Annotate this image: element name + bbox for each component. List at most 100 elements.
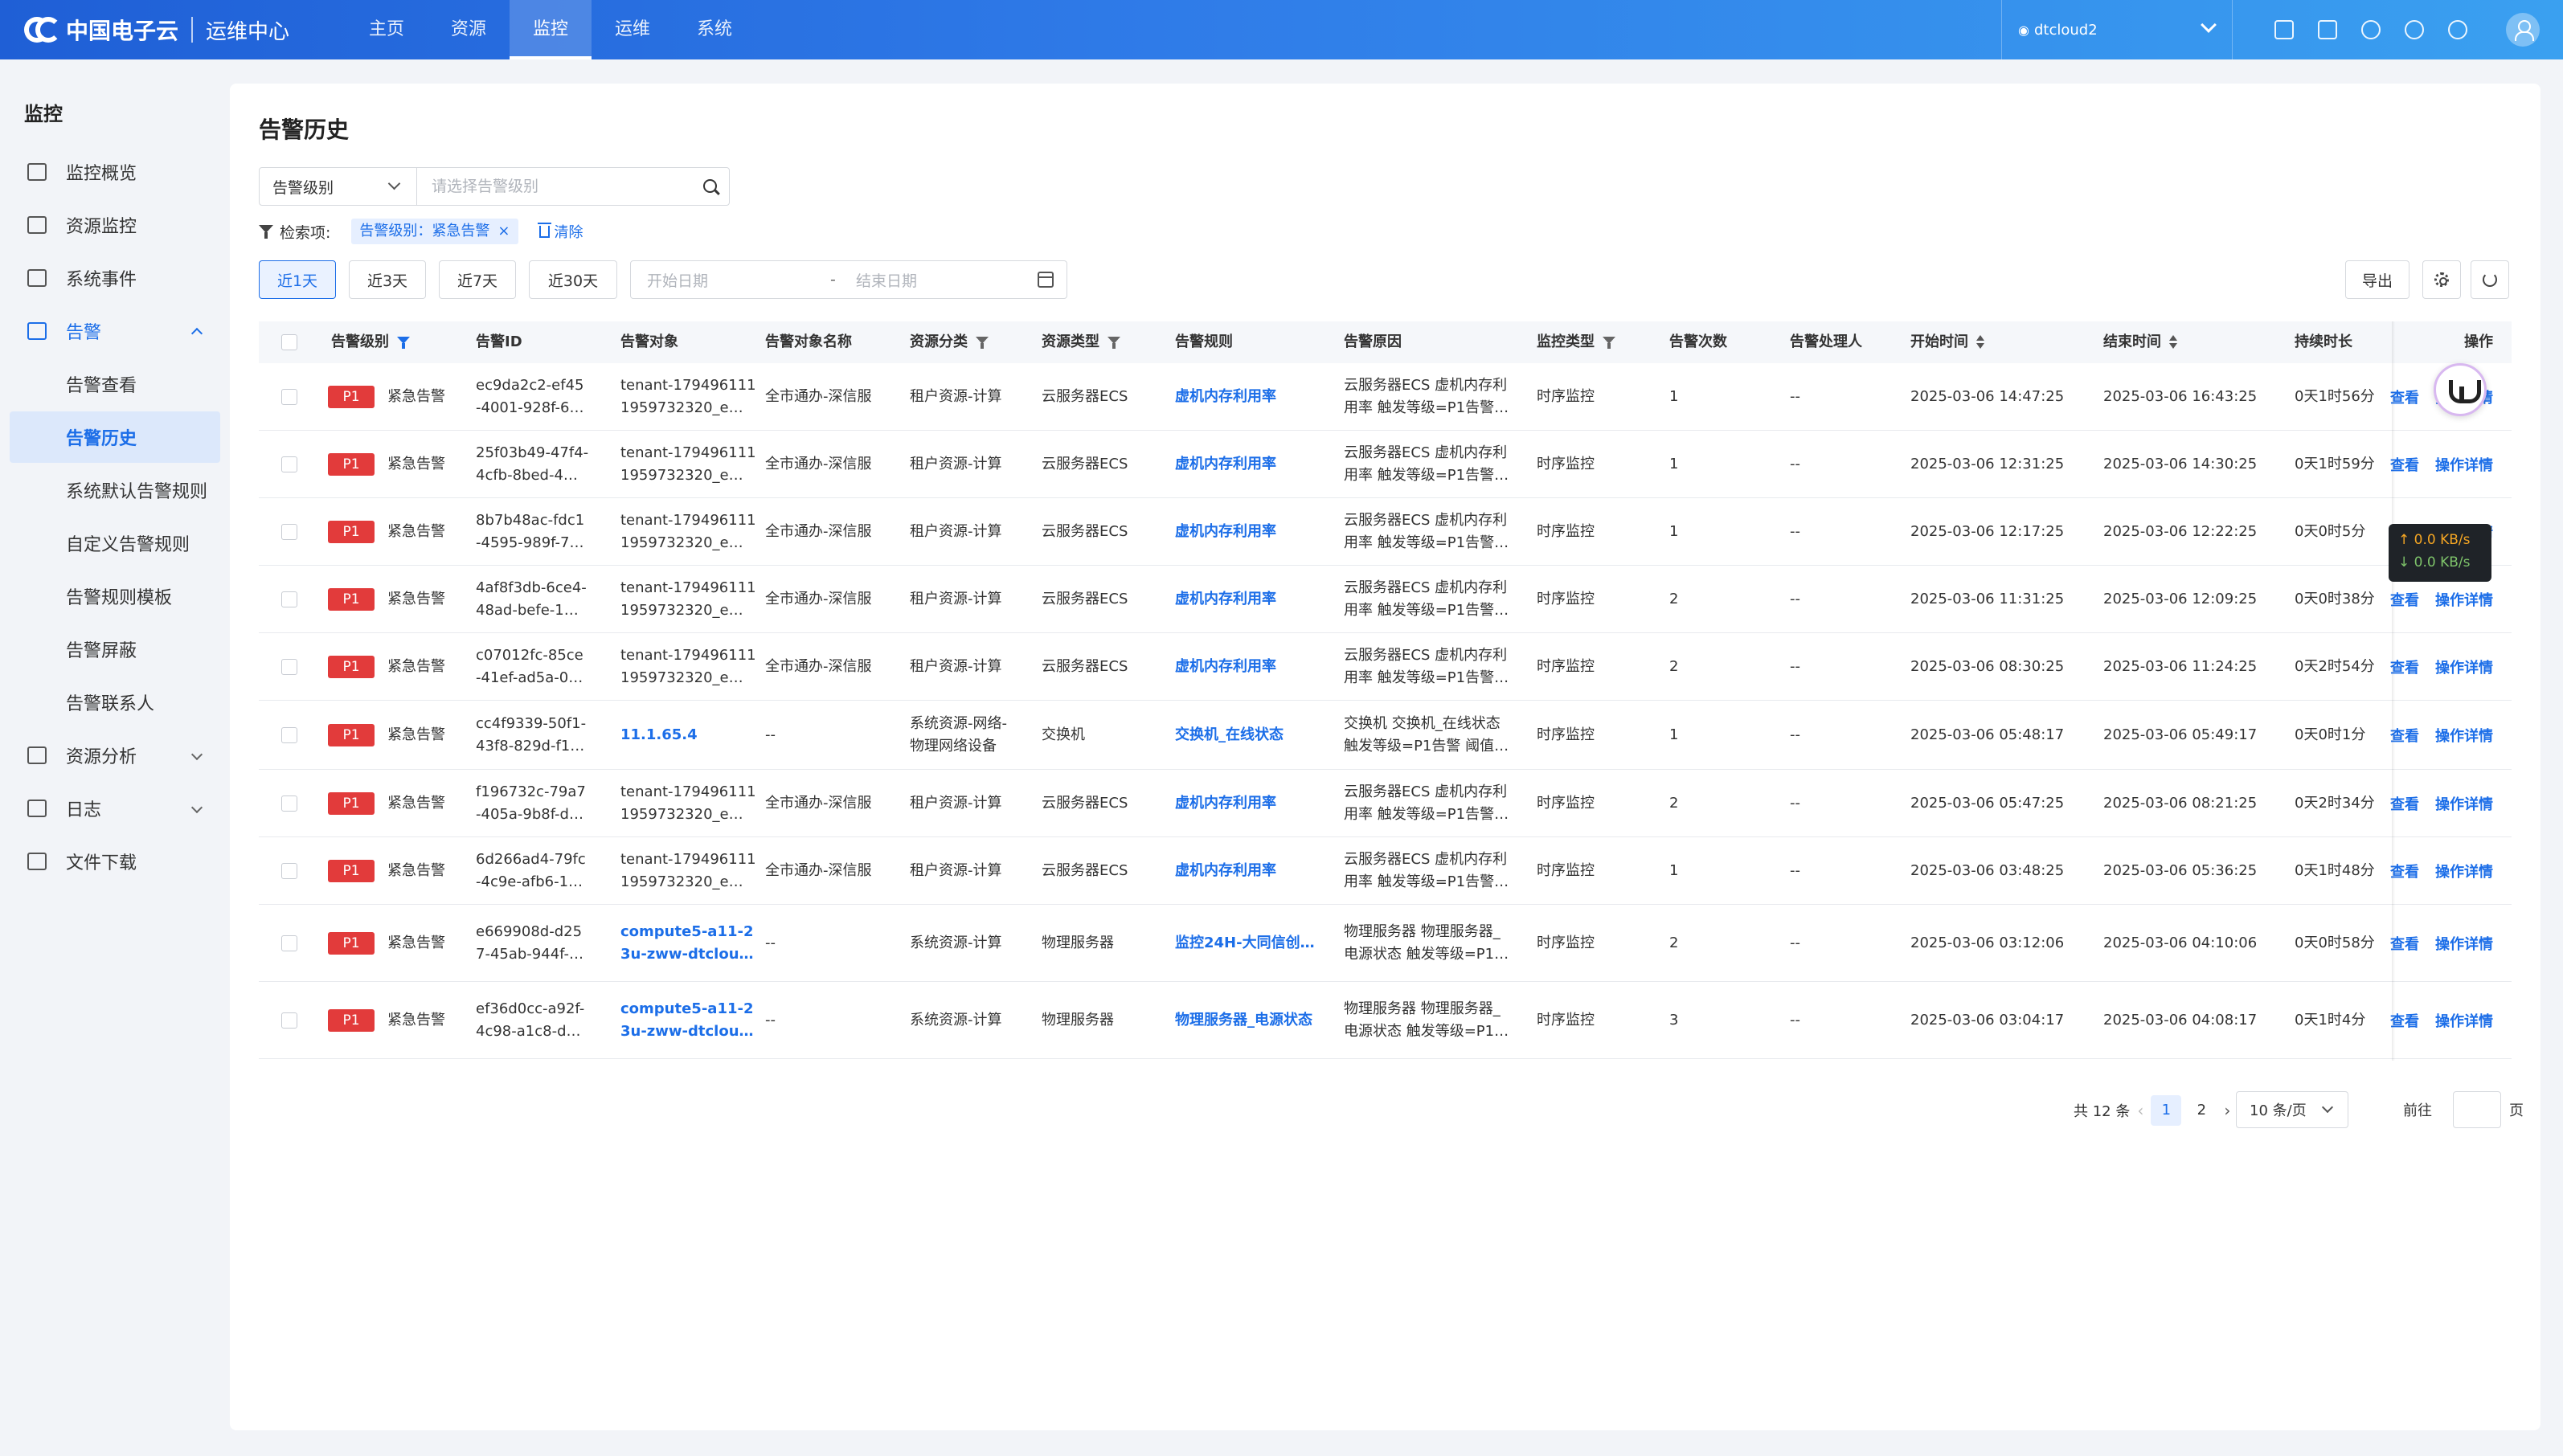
sidebar-item-log[interactable]: 日志 xyxy=(10,783,220,834)
alarm-object[interactable]: 11.1.65.4 xyxy=(620,724,698,746)
range-3d-button[interactable]: 近3天 xyxy=(349,260,426,299)
alarm-rule-link[interactable]: 虚机内存利用率 xyxy=(1175,386,1276,408)
sidebar-item-label: 系统默认告警规则 xyxy=(66,482,208,502)
search-field-select[interactable]: 告警级别 xyxy=(260,168,417,205)
assistant-float-icon[interactable] xyxy=(2434,363,2487,416)
sidebar-item-file-download[interactable]: 文件下载 xyxy=(10,836,220,887)
avatar[interactable] xyxy=(2506,13,2540,47)
sidebar-item-alarm-history[interactable]: 告警历史 xyxy=(10,411,220,463)
alarm-reason: 云服务器ECS 虚机内存利 xyxy=(1344,579,1508,596)
resource-type: 云服务器ECS xyxy=(1042,523,1128,540)
row-checkbox[interactable] xyxy=(281,935,297,951)
select-all-checkbox[interactable] xyxy=(281,334,297,350)
screen-icon[interactable] xyxy=(2274,20,2294,39)
settings-button[interactable] xyxy=(2422,260,2461,299)
alarm-object[interactable]: compute5-a11-2 xyxy=(620,921,754,943)
goto-page-input[interactable] xyxy=(2453,1091,2501,1128)
sidebar-item-resource-analysis[interactable]: 资源分析 xyxy=(10,730,220,781)
resource-category: 租户资源-计算 xyxy=(910,523,1002,540)
alarm-rule-link[interactable]: 监控24H-大同信创… xyxy=(1175,932,1315,955)
action-detail-button[interactable]: 操作详情 xyxy=(2435,861,2493,884)
next-page-icon[interactable]: › xyxy=(2217,1101,2238,1120)
alarm-rule-link[interactable]: 虚机内存利用率 xyxy=(1175,656,1276,678)
alarm-object[interactable]: compute5-a11-2 xyxy=(620,998,754,1020)
action-detail-button[interactable]: 操作详情 xyxy=(2435,794,2493,816)
action-detail-button[interactable]: 操作详情 xyxy=(2435,726,2493,748)
alarm-rule-link[interactable]: 虚机内存利用率 xyxy=(1175,521,1276,543)
prev-page-icon[interactable]: ‹ xyxy=(2130,1101,2151,1120)
level-badge: P1 xyxy=(328,656,375,678)
sidebar-item-label: 告警屏蔽 xyxy=(66,641,137,661)
export-button[interactable]: 导出 xyxy=(2345,260,2409,299)
start-time: 2025-03-06 05:48:17 xyxy=(1910,726,2065,743)
nav-home[interactable]: 主页 xyxy=(346,0,428,59)
filter-icon[interactable] xyxy=(1603,337,1615,349)
bell-icon[interactable] xyxy=(2361,20,2381,39)
filter-label: 检索项: xyxy=(280,223,331,242)
nav-monitor[interactable]: 监控 xyxy=(510,0,592,59)
sidebar-item-default-rules[interactable]: 系统默认告警规则 xyxy=(10,464,220,516)
date-range-picker[interactable]: 开始日期 - 结束日期 xyxy=(630,260,1067,299)
row-checkbox[interactable] xyxy=(281,1012,297,1029)
level-badge: P1 xyxy=(328,724,375,746)
alarm-rule-link[interactable]: 虚机内存利用率 xyxy=(1175,453,1276,476)
level-badge: P1 xyxy=(328,386,375,408)
action-detail-button[interactable]: 操作详情 xyxy=(2435,590,2493,612)
alarm-object[interactable]: 3u-zww-dtclou… xyxy=(620,943,754,966)
sidebar-item-events[interactable]: 系统事件 xyxy=(10,252,220,304)
row-checkbox[interactable] xyxy=(281,456,297,472)
alarm-rule-link[interactable]: 虚机内存利用率 xyxy=(1175,792,1276,815)
filter-icon[interactable] xyxy=(1107,337,1120,349)
range-7d-button[interactable]: 近7天 xyxy=(439,260,516,299)
action-detail-button[interactable]: 操作详情 xyxy=(2435,455,2493,477)
sidebar-item-overview[interactable]: 监控概览 xyxy=(10,146,220,198)
page-size-select[interactable]: 10 条/页 xyxy=(2236,1091,2348,1128)
alarm-object[interactable]: 3u-zww-dtclou… xyxy=(620,1020,754,1043)
filter-icon[interactable] xyxy=(397,337,410,349)
monitor-type: 时序监控 xyxy=(1537,1012,1595,1029)
close-icon[interactable]: × xyxy=(497,219,510,244)
nav-system[interactable]: 系统 xyxy=(674,0,755,59)
row-checkbox[interactable] xyxy=(281,795,297,812)
refresh-button[interactable] xyxy=(2471,260,2509,299)
brand-logo[interactable]: 中国电子云 运维中心 xyxy=(24,11,289,48)
sidebar-item-alarm-contacts[interactable]: 告警联系人 xyxy=(10,677,220,728)
row-checkbox[interactable] xyxy=(281,389,297,405)
sidebar-item-alarm-mask[interactable]: 告警屏蔽 xyxy=(10,624,220,675)
filter-icon[interactable] xyxy=(976,337,989,349)
help-icon[interactable] xyxy=(2405,20,2424,39)
sidebar-item-rule-templates[interactable]: 告警规则模板 xyxy=(10,571,220,622)
alarm-rule-link[interactable]: 交换机_在线状态 xyxy=(1175,724,1284,746)
range-1d-button[interactable]: 近1天 xyxy=(259,260,336,299)
sidebar-item-resource-monitor[interactable]: 资源监控 xyxy=(10,199,220,251)
row-checkbox[interactable] xyxy=(281,591,297,607)
sort-icon[interactable] xyxy=(2169,335,2177,350)
page-2[interactable]: 2 xyxy=(2186,1095,2217,1126)
nav-resource[interactable]: 资源 xyxy=(428,0,510,59)
row-checkbox[interactable] xyxy=(281,863,297,879)
action-detail-button[interactable]: 操作详情 xyxy=(2435,934,2493,956)
sort-icon[interactable] xyxy=(1976,335,1984,350)
region-selector[interactable]: ◉ dtcloud2 xyxy=(2001,0,2233,59)
row-checkbox[interactable] xyxy=(281,659,297,675)
action-detail-button[interactable]: 操作详情 xyxy=(2435,657,2493,680)
sidebar-item-alarm[interactable]: 告警 xyxy=(10,305,220,357)
document-icon[interactable] xyxy=(2318,20,2337,39)
table-row: P1 紧急告警 6d266ad4-79fc -4c9e-afb6-1… tenant-1… xyxy=(259,837,2512,905)
moon-icon[interactable] xyxy=(2448,20,2467,39)
row-checkbox[interactable] xyxy=(281,524,297,540)
row-checkbox[interactable] xyxy=(281,727,297,743)
sidebar-item-alarm-view[interactable]: 告警查看 xyxy=(10,358,220,410)
sidebar-item-label: 资源分析 xyxy=(66,747,137,767)
range-30d-button[interactable]: 近30天 xyxy=(529,260,617,299)
alarm-rule-link[interactable]: 物理服务器_电源状态 xyxy=(1175,1009,1312,1032)
alarm-rule-link[interactable]: 虚机内存利用率 xyxy=(1175,860,1276,882)
nav-ops[interactable]: 运维 xyxy=(592,0,674,59)
alarm-rule-link[interactable]: 虚机内存利用率 xyxy=(1175,588,1276,611)
search-input[interactable] xyxy=(417,168,694,205)
search-icon[interactable] xyxy=(694,168,729,205)
page-1[interactable]: 1 xyxy=(2151,1095,2182,1126)
sidebar-item-custom-rules[interactable]: 自定义告警规则 xyxy=(10,517,220,569)
clear-filters-button[interactable]: 清除 xyxy=(537,221,583,242)
action-detail-button[interactable]: 操作详情 xyxy=(2435,1011,2493,1033)
